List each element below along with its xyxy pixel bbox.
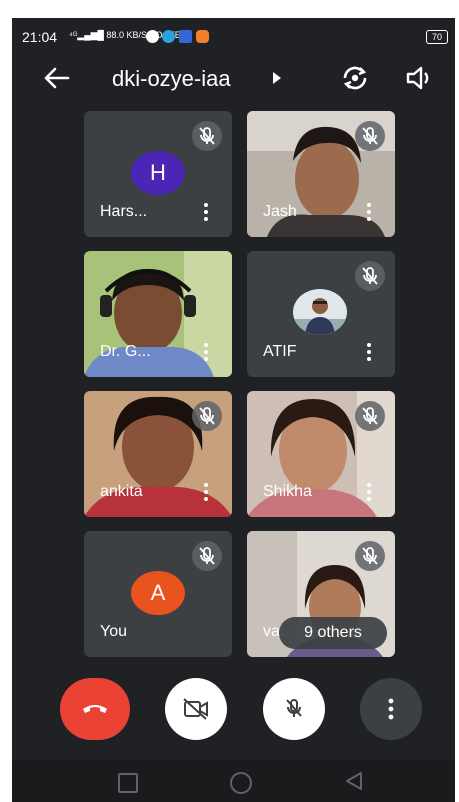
self-tile[interactable]: A You (84, 531, 232, 657)
avatar-letter: A (150, 580, 166, 605)
mic-muted-badge (192, 121, 222, 151)
status-bar: 21:04 ⁴ᴳ▂▄▆█ 88.0 KB/S VO LTE 70 (12, 18, 455, 56)
participant-tile[interactable]: Shikha (247, 391, 395, 517)
avatar: H (131, 151, 185, 195)
participant-menu-button[interactable] (367, 483, 371, 501)
mic-off-icon (362, 407, 378, 425)
others-count: 9 others (304, 624, 362, 641)
camera-switch-icon (343, 66, 367, 90)
mic-off-icon (362, 547, 378, 565)
square-icon[interactable] (118, 773, 138, 793)
participant-tile[interactable]: Jash (247, 111, 395, 237)
telegram-icon (162, 30, 175, 43)
arrow-left-icon (44, 67, 70, 89)
avatar-letter: H (150, 160, 166, 185)
mic-off-icon (362, 127, 378, 145)
caret-right-icon (273, 72, 281, 84)
mic-off-icon (199, 127, 215, 145)
speaker-icon (406, 66, 429, 90)
participant-menu-button[interactable] (204, 483, 208, 501)
meeting-code: dki-ozye-iaa (112, 66, 231, 91)
system-navigation-bar (12, 760, 455, 802)
participant-menu-button[interactable] (204, 203, 208, 221)
app-notification-icon-2 (179, 30, 192, 43)
participant-tile[interactable]: Dr. G... (84, 251, 232, 377)
mic-toggle-button[interactable] (263, 678, 325, 740)
participant-name: Shikha (263, 483, 312, 500)
mic-muted-badge (355, 541, 385, 571)
triangle-back-icon[interactable] (344, 771, 364, 791)
participant-tile[interactable]: H Hars... (84, 111, 232, 237)
switch-camera-button[interactable] (339, 62, 371, 94)
mic-off-icon (286, 699, 302, 717)
mic-muted-badge (355, 401, 385, 431)
phone-screen: 21:04 ⁴ᴳ▂▄▆█ 88.0 KB/S VO LTE 70 dki-ozy… (12, 18, 455, 802)
participant-name: ankita (100, 483, 143, 500)
avatar: A (131, 571, 185, 615)
participant-tile[interactable]: ATIF (247, 251, 395, 377)
participant-name: You (100, 623, 127, 640)
mic-off-icon (199, 407, 215, 425)
video-off-icon (183, 698, 208, 720)
mic-muted-badge (355, 121, 385, 151)
participant-tile[interactable]: ankita (84, 391, 232, 517)
participant-menu-button[interactable] (204, 343, 208, 361)
camera-toggle-button[interactable] (165, 678, 227, 740)
phone-hangup-icon (83, 705, 107, 713)
mic-off-icon (199, 547, 215, 565)
circle-icon[interactable] (230, 772, 252, 794)
end-call-button[interactable] (60, 678, 130, 740)
back-button[interactable] (42, 64, 72, 92)
participant-menu-button[interactable] (367, 203, 371, 221)
mic-muted-badge (355, 261, 385, 291)
mic-off-icon (362, 267, 378, 285)
others-pill[interactable]: 9 others (279, 617, 387, 649)
participant-name: Dr. G... (100, 343, 151, 360)
participant-name: Hars... (100, 203, 148, 220)
battery-indicator: 70 (426, 30, 448, 44)
clock: 21:04 (22, 29, 58, 45)
mic-muted-badge (192, 541, 222, 571)
more-options-button[interactable] (360, 678, 422, 740)
participant-name: ATIF (263, 343, 297, 360)
app-notification-icon-3 (196, 30, 209, 43)
participant-name: Jash (263, 203, 297, 220)
mic-muted-badge (192, 401, 222, 431)
meeting-info-button[interactable]: dki-ozye-iaa (112, 62, 290, 94)
app-notification-icon (146, 30, 159, 43)
more-vertical-icon (388, 698, 394, 720)
participant-tile[interactable]: vai... 9 others (247, 531, 395, 657)
participant-menu-button[interactable] (367, 343, 371, 361)
audio-output-button[interactable] (404, 64, 434, 92)
avatar (293, 289, 347, 335)
